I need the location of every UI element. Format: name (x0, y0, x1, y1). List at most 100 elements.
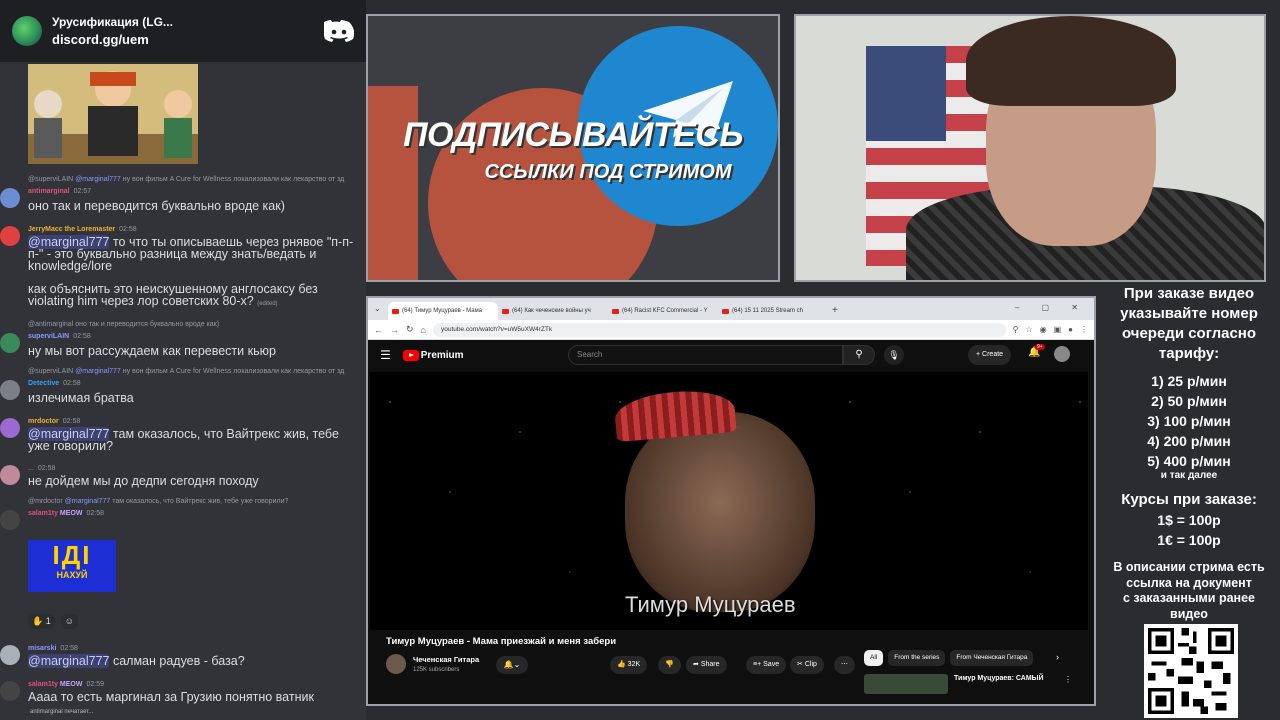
message-author[interactable]: ... (28, 465, 34, 472)
message-author[interactable]: JerryMacc the Loremaster (28, 226, 115, 233)
description-note: видео (1170, 606, 1208, 621)
message-author[interactable]: misarski (28, 645, 56, 652)
like-button[interactable]: 👍 32K (610, 656, 648, 674)
user-badge: MEOW (59, 510, 83, 517)
avatar[interactable] (0, 465, 20, 485)
notification-badge: 9+ (1035, 344, 1045, 350)
avatar[interactable] (0, 226, 20, 246)
browser-tab[interactable]: (64) Как чеченские войны уч (498, 302, 608, 320)
dislike-button[interactable]: 👎 (658, 656, 681, 674)
message-timestamp: 02:58 (63, 380, 81, 387)
recommended-video-title[interactable]: Тимур Муцураев: САМЫЙ (954, 675, 1044, 682)
thumbs-down-icon: 👎 (665, 661, 674, 668)
message-author[interactable]: Detective (28, 380, 59, 387)
reply-preview[interactable]: @antimarginal оно так и переводится букв… (28, 321, 219, 328)
server-header[interactable]: Урусификация (LG... discord.gg/uem (0, 0, 366, 62)
server-invite-link[interactable]: discord.gg/uem (52, 32, 324, 47)
message-text: не дойдем мы до дедпи сегодня походу (28, 474, 259, 488)
hamburger-menu-icon[interactable]: ☰ (380, 348, 391, 362)
extensions-menu-icon[interactable]: ▣ (1054, 325, 1062, 334)
message-author[interactable]: antimarginal (28, 188, 70, 195)
avatar[interactable] (0, 188, 20, 208)
reply-preview[interactable]: @mrdoctor @marginal777 там оказалось, чт… (28, 498, 288, 505)
more-vert-icon[interactable]: ⋮ (1064, 675, 1072, 684)
qr-code (1144, 624, 1238, 718)
bookmark-icon[interactable]: ☆ (1025, 325, 1032, 334)
chip-from-series[interactable]: From the series (888, 650, 946, 666)
message-text: излечимая братва (28, 391, 134, 405)
message-author[interactable]: mrdoctor (28, 418, 59, 425)
clip-button[interactable]: ✂ Clip (790, 656, 824, 674)
forward-icon[interactable]: → (390, 325, 399, 335)
search-icon[interactable]: ⚲ (843, 345, 875, 365)
youtube-premium-logo[interactable]: Premium (402, 349, 464, 361)
avatar[interactable] (0, 681, 20, 701)
account-avatar[interactable] (1054, 346, 1070, 362)
more-actions-button[interactable]: ⋯ (834, 656, 855, 674)
zoom-icon[interactable]: ⚲ (1013, 325, 1019, 334)
share-button[interactable]: ➦ Share (686, 656, 727, 674)
channel-name[interactable]: Чеченская Гитара (413, 655, 479, 664)
youtube-favicon-icon (612, 308, 619, 314)
profile-icon[interactable]: ● (1068, 325, 1073, 334)
message-text: @marginal777 там оказалось, что Вайтрекс… (28, 427, 339, 453)
description-note: В описании стрима есть (1113, 560, 1265, 574)
tab-search-icon[interactable]: ⌄ (374, 304, 381, 313)
youtube-favicon-icon (502, 308, 509, 314)
price-tier: 4) 200 р/мин (1147, 433, 1231, 449)
reply-preview[interactable]: @superviLAIN @marginal777 ну вон фильм A… (28, 368, 344, 375)
user-badge: MEOW (59, 681, 83, 688)
new-tab-button[interactable]: + (832, 302, 838, 320)
avatar[interactable] (0, 645, 20, 665)
reply-preview[interactable]: @superviLAIN @marginal777 ну вон фильм A… (28, 176, 344, 183)
chip-all[interactable]: All (864, 650, 884, 666)
reload-icon[interactable]: ↻ (406, 324, 414, 335)
server-name: Урусификация (LG... (52, 15, 173, 29)
stream-layout: Урусификация (LG... discord.gg/uem @supe… (0, 0, 1280, 720)
extension-icon[interactable]: ◉ (1040, 325, 1047, 334)
browser-menu-icon[interactable]: ⋮ (1080, 325, 1088, 334)
discord-chat-panel: Урусификация (LG... discord.gg/uem @supe… (0, 0, 366, 720)
subscriber-count: 125K subscribers (413, 667, 460, 673)
avatar[interactable] (0, 418, 20, 438)
exchange-rate: 1$ = 100р (1157, 512, 1221, 528)
reaction[interactable]: ✋ 1 (28, 614, 55, 629)
message-timestamp: 02:57 (73, 188, 92, 195)
subscription-bell-button[interactable]: 🔔⌄ (496, 656, 528, 674)
youtube-masthead: ☰ Premium Search ⚲ 🎙 + Create 🔔 9+ (368, 340, 1094, 370)
us-flag-canton (866, 46, 946, 141)
recommended-video-thumbnail[interactable] (864, 674, 948, 694)
browser-tab[interactable]: (64) 15 11 2025 Stream ch (718, 302, 828, 320)
avatar[interactable] (0, 333, 20, 353)
exchange-rate: 1€ = 100р (1157, 532, 1221, 548)
window-controls[interactable]: – ▢ ✕ (1015, 303, 1088, 312)
create-button[interactable]: + Create (968, 345, 1012, 365)
description-note: с заказанными ранее (1122, 591, 1255, 605)
browser-tab[interactable]: (64) Тимур Муцураев - Мама (388, 302, 498, 320)
add-reaction-button[interactable]: ☺ (60, 614, 78, 629)
scissors-icon: ✂ (797, 661, 803, 668)
chip-from-channel[interactable]: From Чеченская Гитара (950, 650, 1034, 666)
user-mention[interactable]: @marginal777 (28, 654, 110, 668)
home-icon[interactable]: ⌂ (421, 325, 426, 335)
avatar[interactable] (0, 380, 20, 400)
address-bar[interactable]: youtube.com/watch?v=uW5uXW4rZTk (432, 322, 1006, 337)
avatar[interactable] (0, 510, 20, 530)
video-player[interactable]: Тимур Муцураев (370, 372, 1088, 630)
video-title: Тимур Муцураев - Мама приезжай и меня за… (386, 636, 617, 647)
channel-avatar[interactable] (386, 654, 406, 674)
message-author[interactable]: salam1ty (28, 510, 58, 517)
microphone-icon[interactable]: 🎙 (884, 345, 904, 365)
chevron-right-icon[interactable]: › (1056, 652, 1059, 662)
save-icon: ≡+ (753, 661, 762, 668)
message-author[interactable]: salam1ty (28, 681, 58, 688)
message-author[interactable]: superviLAIN (28, 333, 69, 340)
webcam-feed (794, 14, 1266, 282)
search-input[interactable]: Search (568, 345, 843, 365)
cartoon-gif (28, 64, 198, 164)
browser-tab[interactable]: (64) Racist KFC Commercial - Y (608, 302, 718, 320)
smile-icon: ☺ (64, 616, 74, 626)
back-icon[interactable]: ← (374, 325, 383, 335)
youtube-favicon-icon (392, 308, 399, 314)
save-button[interactable]: ≡+ Save (746, 656, 787, 674)
